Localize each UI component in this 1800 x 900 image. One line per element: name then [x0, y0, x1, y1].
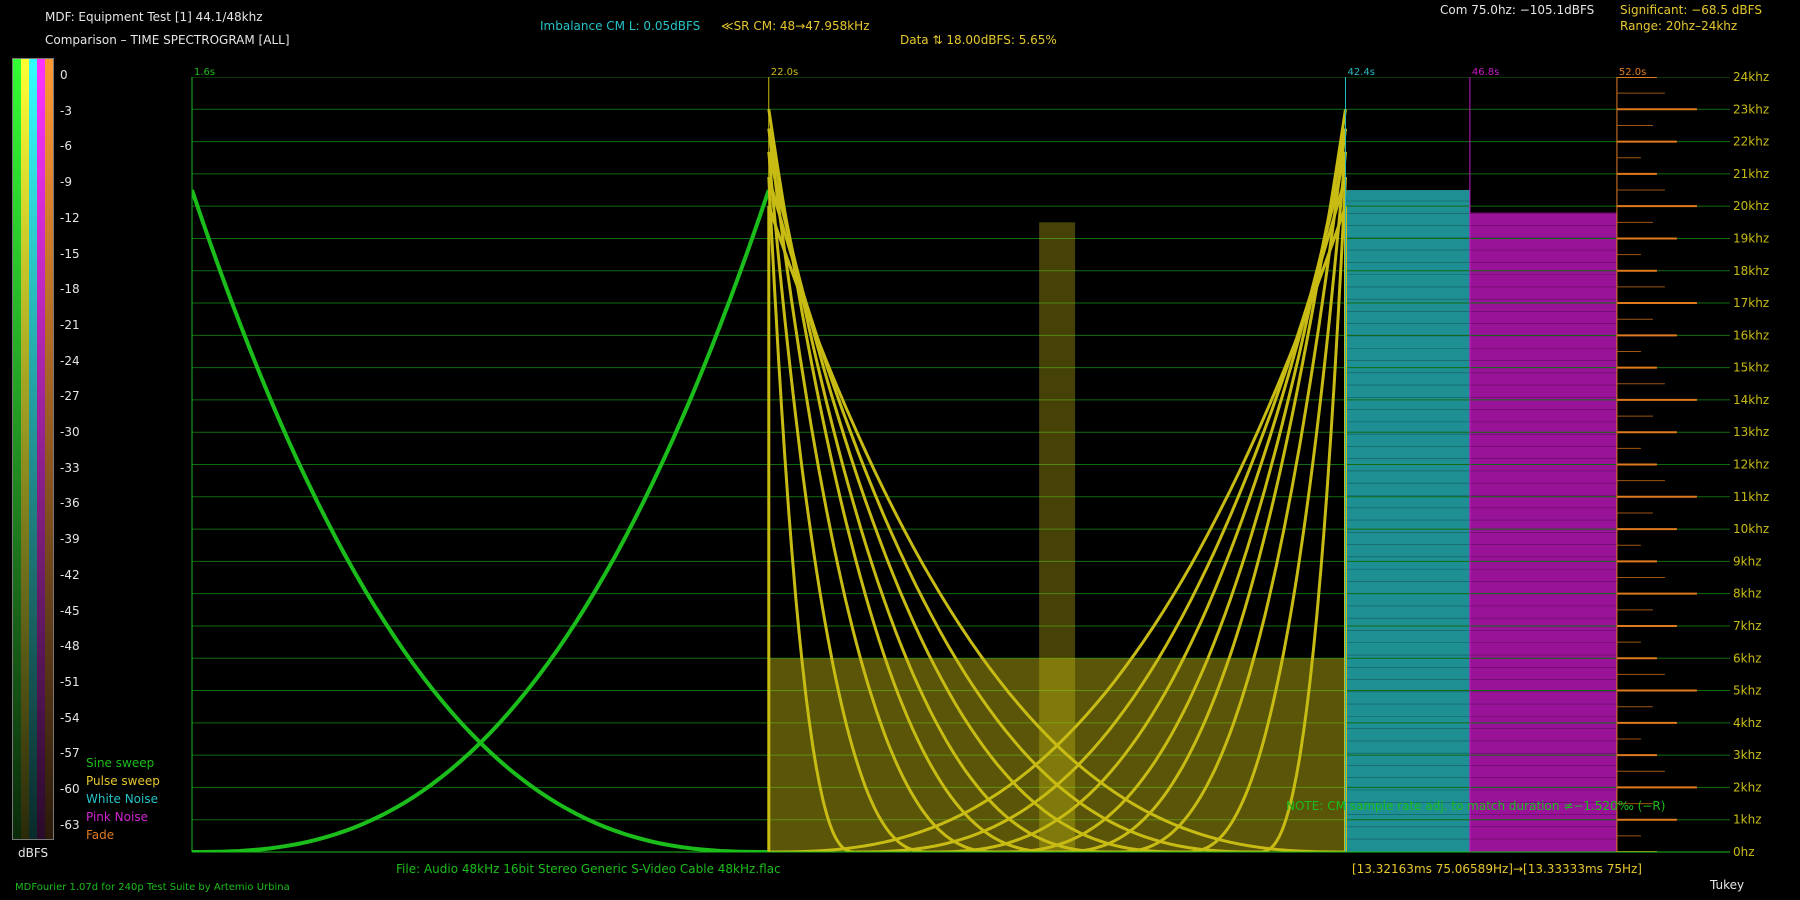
- dbfs-tick-label: -48: [60, 639, 80, 654]
- y-tick-label: 12khz: [1733, 458, 1769, 472]
- legend-sine-sweep: Sine sweep: [86, 756, 155, 770]
- y-tick-label: 8khz: [1733, 587, 1762, 601]
- data-readout: Data ⇅ 18.00dBFS: 5.65%: [900, 33, 1057, 47]
- imbalance-readout: Imbalance CM L: 0.05dBFS: [540, 19, 701, 33]
- dbfs-tick-label: -51: [60, 674, 80, 689]
- y-tick-label: 2khz: [1733, 780, 1762, 794]
- dbfs-tick-label: -36: [60, 496, 80, 511]
- fade-lines: [1616, 77, 1697, 852]
- scale-column-orange: [45, 59, 53, 839]
- plot-area: [192, 77, 1730, 852]
- y-tick-label: 3khz: [1733, 748, 1762, 762]
- y-tick-label: 16khz: [1733, 328, 1769, 342]
- dbfs-tick-label: -33: [60, 460, 80, 475]
- dbfs-tick-label: -60: [60, 782, 80, 796]
- sine-sweep-ascending: [192, 189, 771, 852]
- sample-rate-readout: ≪SR CM: 48→47.958kHz: [721, 19, 870, 33]
- window-type: Tukey: [1710, 878, 1745, 892]
- time-marker-label: 42.4s: [1348, 67, 1375, 78]
- dbfs-tick-label: -24: [60, 353, 80, 368]
- dbfs-tick-label: -45: [60, 603, 80, 618]
- page-title: Comparison – TIME SPECTROGRAM [ALL]: [45, 33, 290, 47]
- spectrogram-chart: 1.6s 22.0s 42.4s 46.8s 52.0s 0hz 1khz 2khz 3khz 4…: [191, 67, 1769, 859]
- time-marker-label: 1.6s: [194, 67, 215, 78]
- range-readout: Range: 20hz–24khz: [1620, 19, 1738, 33]
- y-tick-label: 4khz: [1733, 716, 1762, 730]
- y-tick-label: 0hz: [1733, 845, 1755, 859]
- credit-text: MDFourier 1.07d for 240p Test Suite by A…: [15, 882, 290, 893]
- y-tick-label: 17khz: [1733, 296, 1769, 310]
- y-tick-label: 18khz: [1733, 264, 1769, 278]
- dbfs-tick-label: -39: [60, 532, 80, 547]
- note-text: NOTE: CM sample rate adj. to match durat…: [1286, 799, 1666, 813]
- dbfs-tick-label: -3: [60, 103, 72, 118]
- scale-column-yellow: [21, 59, 29, 839]
- dbfs-color-scale: [12, 58, 54, 840]
- y-tick-label: 5khz: [1733, 684, 1762, 698]
- y-tick-label: 21khz: [1733, 167, 1769, 181]
- y-tick-label: 7khz: [1733, 619, 1762, 633]
- dbfs-tick-label: -27: [60, 389, 80, 404]
- y-tick-label: 23khz: [1733, 102, 1769, 116]
- legend-pink-noise: Pink Noise: [86, 810, 148, 824]
- time-marker-label: 52.0s: [1619, 67, 1646, 78]
- dbfs-tick-label: -30: [60, 425, 80, 439]
- y-tick-label: 20khz: [1733, 199, 1769, 213]
- dbfs-tick-label: -42: [60, 567, 80, 582]
- y-tick-label: 11khz: [1733, 490, 1769, 504]
- dbfs-tick-label: -18: [60, 282, 80, 297]
- y-tick-label: 13khz: [1733, 425, 1769, 439]
- dbfs-tick-label: -57: [60, 746, 80, 761]
- time-marker-label: 46.8s: [1472, 67, 1499, 78]
- legend-white-noise: White Noise: [86, 792, 158, 806]
- dbfs-tick-label: -12: [60, 210, 80, 225]
- significant-readout: Significant: −68.5 dBFS: [1620, 3, 1762, 17]
- timing-info: [13.32163ms 75.06589Hz]→[13.33333ms 75Hz…: [1352, 862, 1642, 876]
- legend-fade: Fade: [86, 828, 115, 842]
- dbfs-label: dBFS: [18, 846, 49, 860]
- y-tick-label: 22khz: [1733, 135, 1769, 149]
- scale-column-cyan: [29, 59, 37, 839]
- y-tick-label: 6khz: [1733, 651, 1762, 665]
- y-tick-label: 15khz: [1733, 361, 1769, 375]
- legend-pulse-sweep: Pulse sweep: [86, 774, 160, 788]
- y-tick-label: 9khz: [1733, 554, 1762, 568]
- file-info: File: Audio 48kHz 16bit Stereo Generic S…: [396, 862, 781, 876]
- dbfs-tick-label: -9: [60, 175, 72, 190]
- sine-sweep-descending: [192, 189, 769, 852]
- dbfs-tick-label: -54: [60, 710, 80, 725]
- dbfs-tick-label: 0: [60, 68, 68, 82]
- app-title: MDF: Equipment Test [1] 44.1/48khz: [45, 10, 263, 24]
- pulse-center-beam: [1039, 222, 1076, 852]
- y-tick-label: 10khz: [1733, 522, 1769, 536]
- scale-column-magenta: [37, 59, 45, 839]
- time-marker-label: 22.0s: [771, 67, 798, 78]
- y-tick-label: 19khz: [1733, 231, 1769, 245]
- dbfs-tick-label: -63: [60, 817, 80, 832]
- noise-band: [1345, 190, 1470, 852]
- y-tick-label: 1khz: [1733, 813, 1762, 827]
- dbfs-tick-label: -21: [60, 317, 80, 332]
- y-tick-label: 14khz: [1733, 393, 1769, 407]
- scale-column-green: [13, 59, 21, 839]
- dbfs-tick-label: -6: [60, 139, 72, 154]
- y-tick-label: 24khz: [1733, 70, 1769, 84]
- dbfs-tick-label: -15: [60, 246, 80, 261]
- com-readout: Com 75.0hz: −105.1dBFS: [1440, 3, 1595, 17]
